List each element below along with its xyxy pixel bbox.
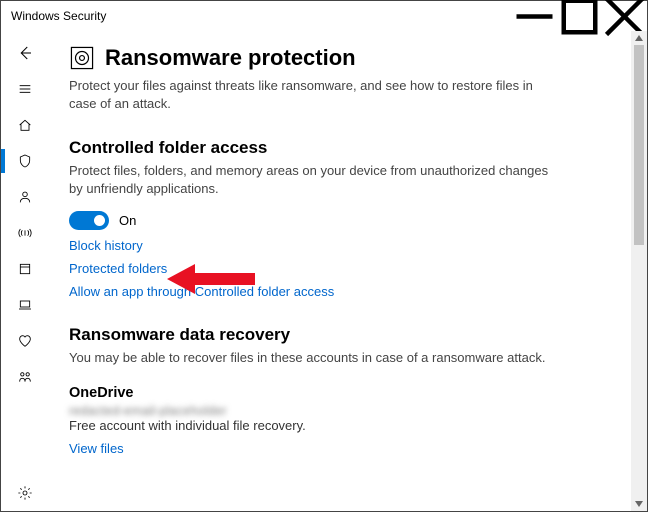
nav-home[interactable] <box>5 107 45 143</box>
recovery-subtitle: You may be able to recover files in thes… <box>69 349 549 367</box>
ransomware-icon <box>69 45 95 71</box>
nav-device-security[interactable] <box>5 287 45 323</box>
hamburger-icon <box>17 81 33 97</box>
arrow-left-icon <box>16 44 34 62</box>
content-area: Ransomware protection Protect your files… <box>49 31 631 511</box>
nav-firewall[interactable] <box>5 215 45 251</box>
heart-icon <box>17 333 33 349</box>
link-allow-app[interactable]: Allow an app through Controlled folder a… <box>69 284 334 299</box>
shield-icon <box>17 153 33 169</box>
titlebar: Windows Security <box>1 1 647 31</box>
nav-app-browser[interactable] <box>5 251 45 287</box>
gear-icon <box>17 485 33 501</box>
home-icon <box>17 117 33 133</box>
hamburger-button[interactable] <box>5 71 45 107</box>
cfa-toggle[interactable] <box>69 211 109 230</box>
recovery-email-redacted: redacted-email-placeholder <box>69 403 611 418</box>
link-view-files[interactable]: View files <box>69 441 124 456</box>
page-title: Ransomware protection <box>69 45 611 71</box>
maximize-button[interactable] <box>557 1 602 31</box>
scroll-up-icon[interactable] <box>631 31 647 45</box>
nav-device-health[interactable] <box>5 323 45 359</box>
recovery-provider: OneDrive <box>69 385 611 401</box>
nav-account[interactable] <box>5 179 45 215</box>
link-protected-folders[interactable]: Protected folders <box>69 261 167 276</box>
recovery-title: Ransomware data recovery <box>69 325 611 345</box>
cfa-subtitle: Protect files, folders, and memory areas… <box>69 162 549 197</box>
nav-settings[interactable] <box>5 475 45 511</box>
page-title-text: Ransomware protection <box>105 45 356 71</box>
nav-virus-threat[interactable] <box>5 143 45 179</box>
laptop-icon <box>17 297 33 313</box>
recovery-desc: Free account with individual file recove… <box>69 418 611 433</box>
close-button[interactable] <box>602 1 647 31</box>
family-icon <box>17 369 33 385</box>
nav-rail <box>1 31 49 511</box>
app-icon <box>17 261 33 277</box>
signal-icon <box>17 225 33 241</box>
scrollbar-thumb[interactable] <box>634 45 644 245</box>
page-subtitle: Protect your files against threats like … <box>69 77 549 112</box>
back-button[interactable] <box>5 35 45 71</box>
link-block-history[interactable]: Block history <box>69 238 143 253</box>
nav-family[interactable] <box>5 359 45 395</box>
person-icon <box>17 189 33 205</box>
window-title: Windows Security <box>11 9 106 23</box>
cfa-toggle-label: On <box>119 213 136 228</box>
cfa-title: Controlled folder access <box>69 138 611 158</box>
minimize-button[interactable] <box>512 1 557 31</box>
scroll-down-icon[interactable] <box>631 497 647 511</box>
vertical-scrollbar[interactable] <box>631 31 647 511</box>
